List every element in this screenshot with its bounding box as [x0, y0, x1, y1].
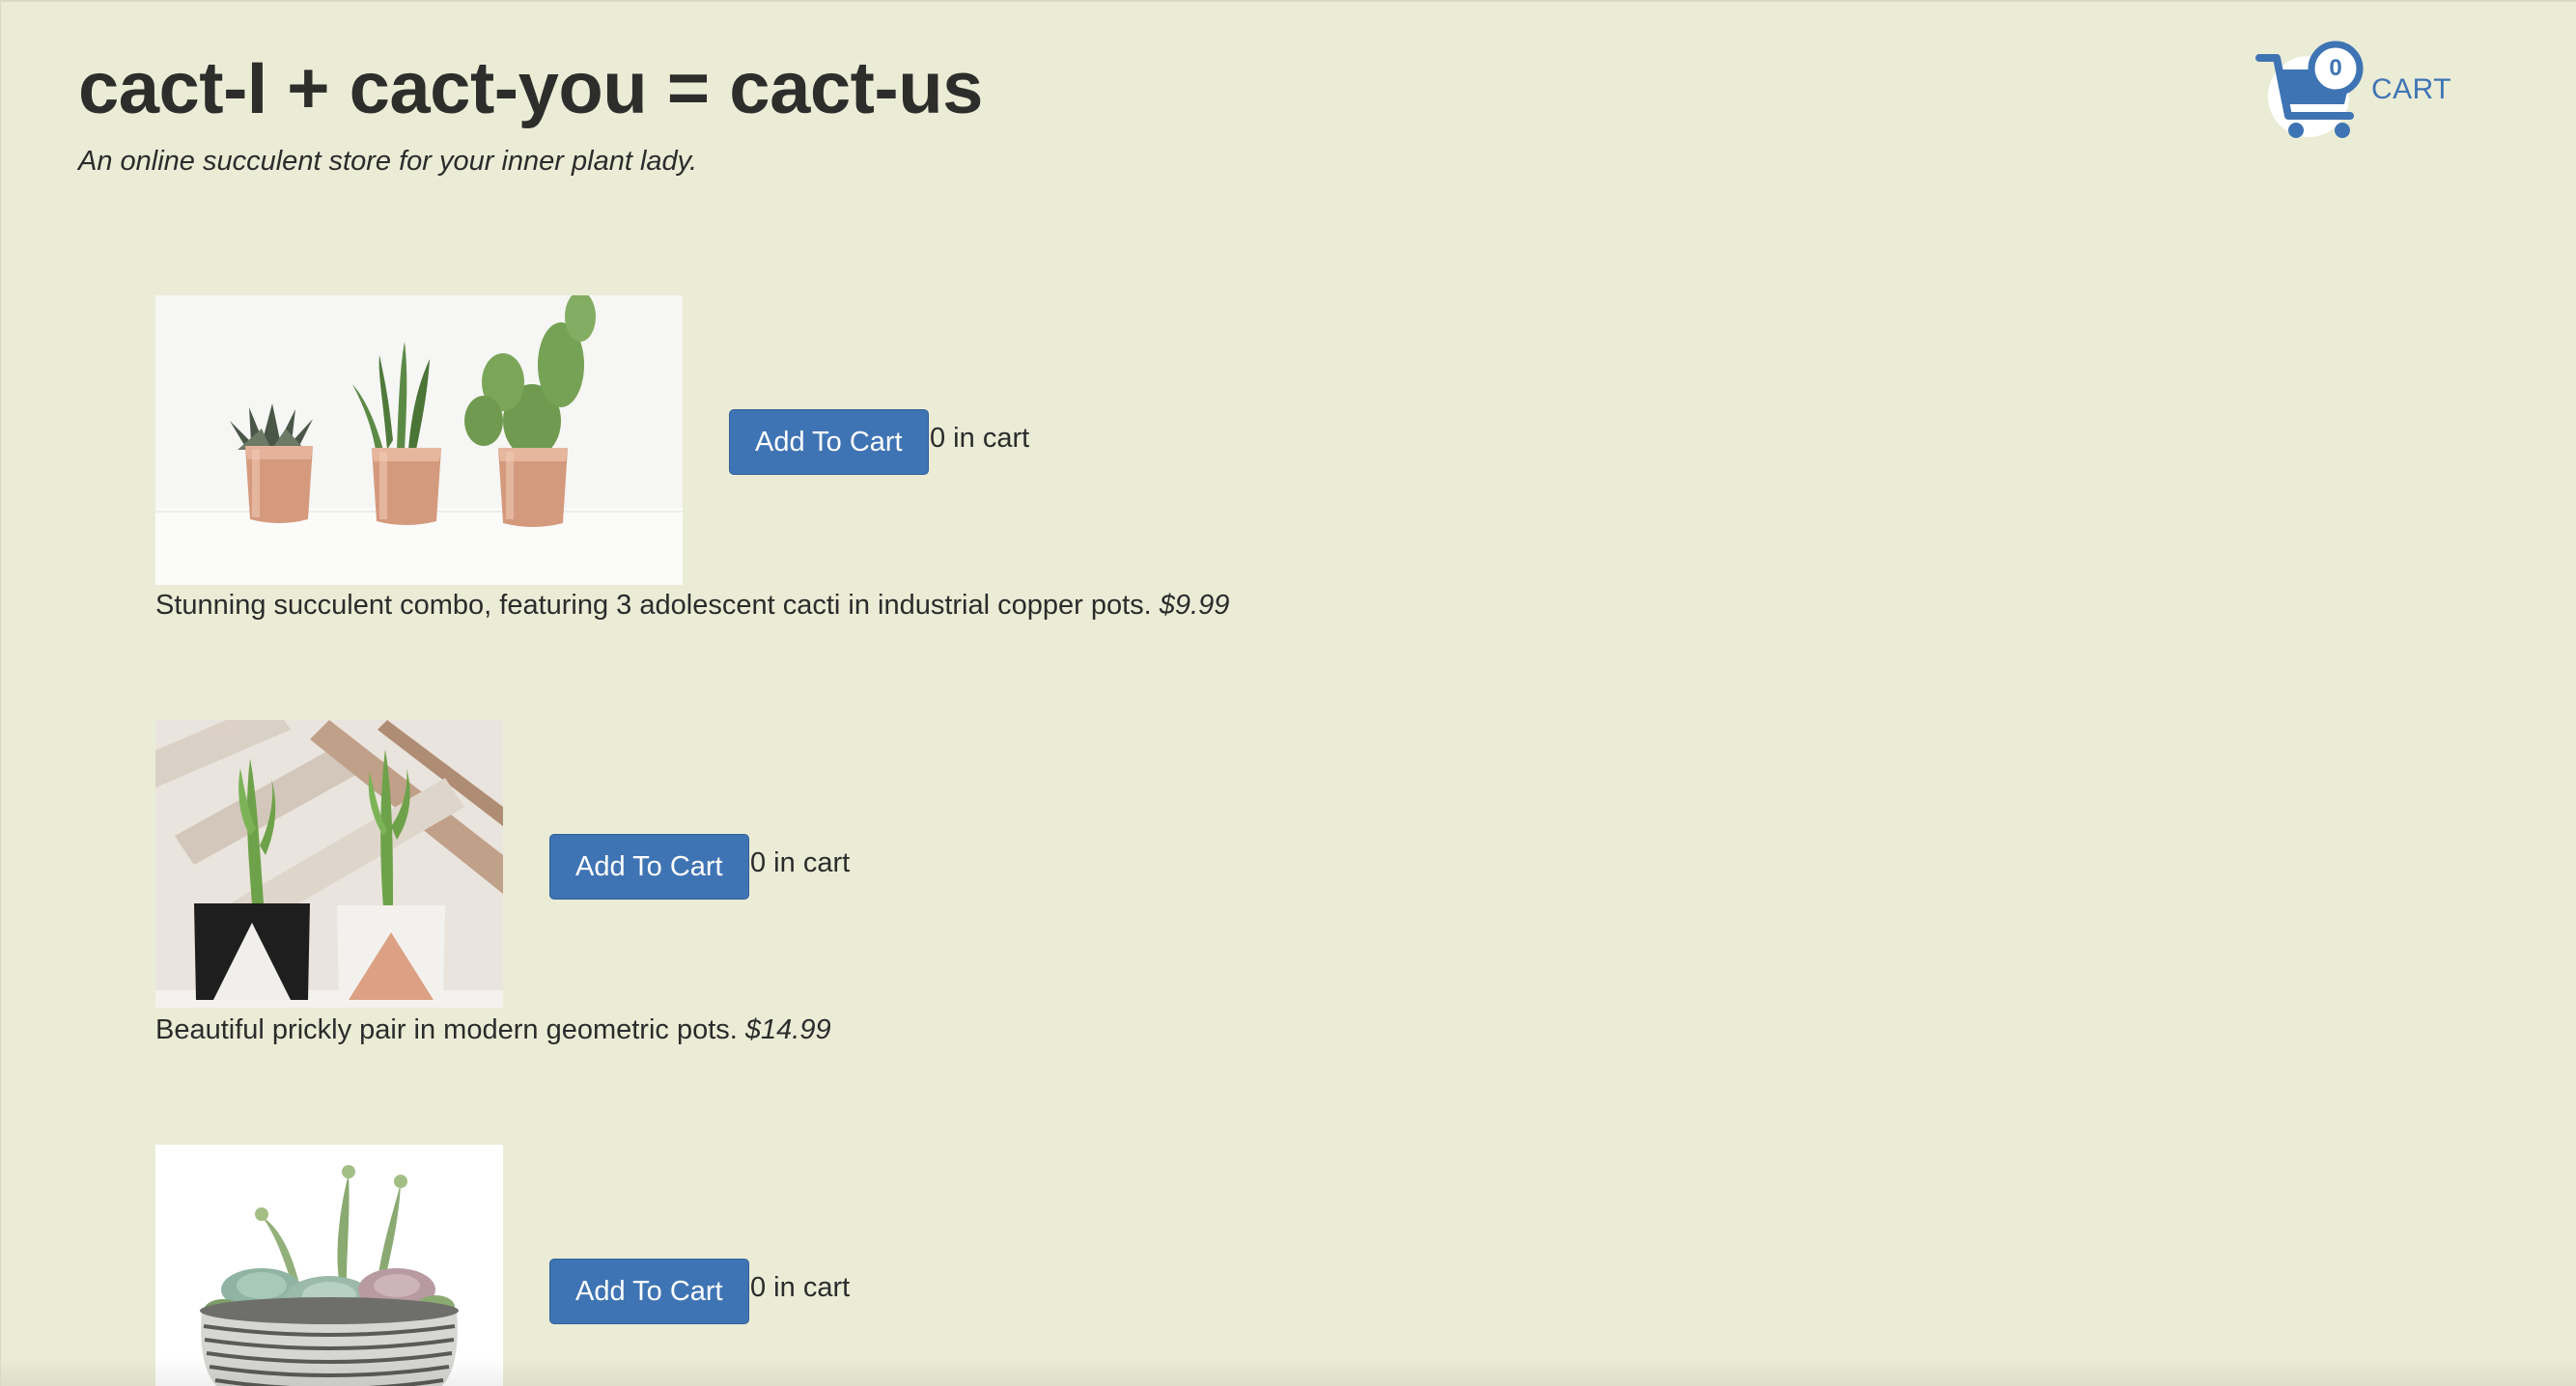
add-to-cart-button[interactable]: Add To Cart	[729, 409, 929, 475]
cart-label: CART	[2371, 73, 2452, 105]
product-description: Beautiful prickly pair in modern geometr…	[155, 1014, 738, 1045]
product-price: $9.99	[1159, 590, 1230, 621]
page-bottom-shadow	[1, 1357, 2576, 1386]
product-image	[155, 1145, 503, 1386]
product-image	[155, 720, 503, 1008]
product-description: Stunning succulent combo, featuring 3 ad…	[155, 590, 1152, 621]
cart-count-badge: 0	[2329, 55, 2342, 81]
add-to-cart-button[interactable]: Add To Cart	[549, 834, 749, 900]
product-price: $14.99	[744, 1014, 831, 1045]
product-description-line: Stunning succulent combo, featuring 3 ad…	[155, 586, 1229, 624]
product-description-line: Beautiful prickly pair in modern geometr…	[155, 1011, 831, 1049]
in-cart-count: 0 in cart	[750, 1272, 851, 1303]
cart-link[interactable]: 0 CART	[2255, 37, 2452, 145]
in-cart-count: 0 in cart	[930, 423, 1030, 454]
page-title: cact-I + cact-you = cact-us	[78, 47, 983, 129]
in-cart-count: 0 in cart	[750, 847, 851, 878]
page-tagline: An online succulent store for your inner…	[78, 146, 698, 177]
add-to-cart-button[interactable]: Add To Cart	[549, 1259, 749, 1324]
product-image	[155, 295, 683, 585]
store-page: cact-I + cact-you = cact-us An online su…	[0, 0, 2576, 1386]
